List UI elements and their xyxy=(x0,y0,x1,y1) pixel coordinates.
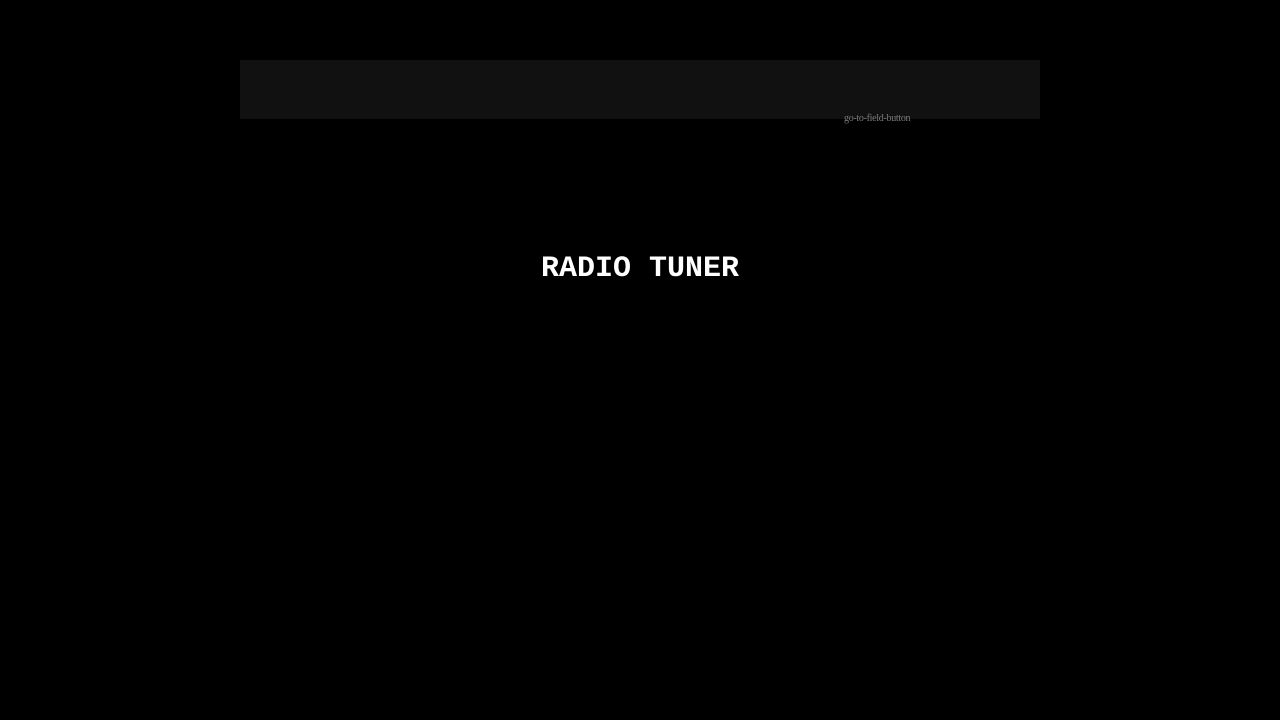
page-title: RADIO TUNER xyxy=(540,252,740,286)
top-bar xyxy=(240,60,1040,119)
radio-tuner-screen: go-to-field-button RADIO TUNER xyxy=(0,0,1280,720)
go-to-field-button[interactable]: go-to-field-button xyxy=(844,112,911,126)
